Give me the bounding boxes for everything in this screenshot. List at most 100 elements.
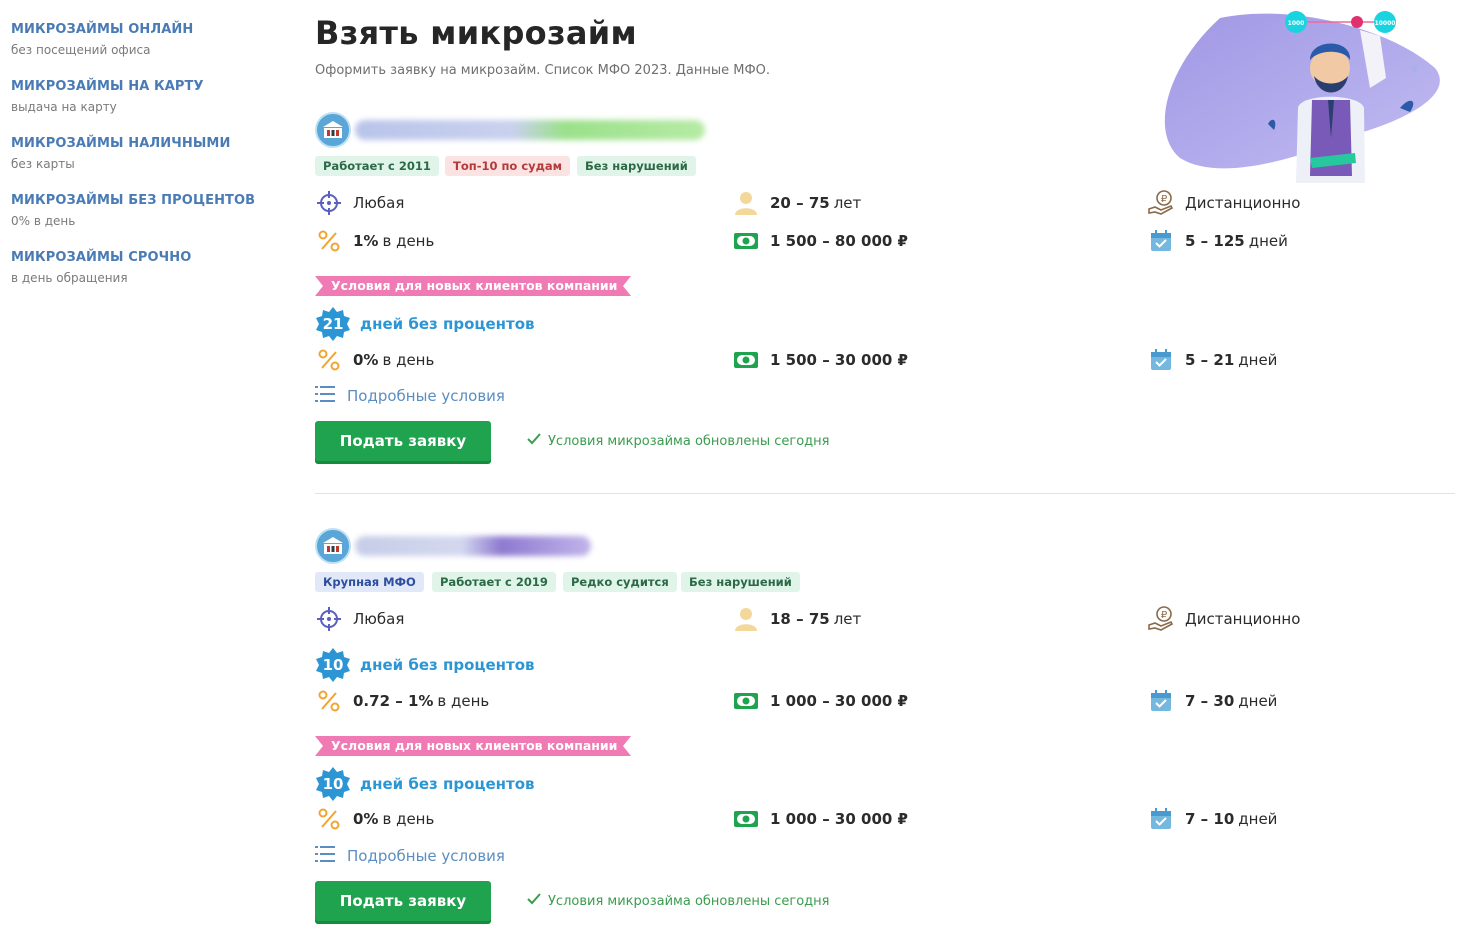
interest-rate: 0.72 – 1% в день xyxy=(315,687,489,715)
issue-method-value: Дистанционно xyxy=(1185,610,1301,628)
updated-note: Условия микрозайма обновлены сегодня xyxy=(527,881,829,921)
details-link-label[interactable]: Подробные условия xyxy=(347,387,505,405)
details-link-label[interactable]: Подробные условия xyxy=(347,847,505,865)
term-unit: дней xyxy=(1238,351,1278,369)
promo-loan-amount: 1 000 – 30 000 ₽ xyxy=(732,805,912,833)
cash-icon xyxy=(732,346,760,374)
rate-value: 1% xyxy=(353,232,379,250)
amount-value: 1 000 – 30 000 ₽ xyxy=(770,810,908,828)
credit-history: Любая xyxy=(315,605,404,633)
coin-label: 10000 xyxy=(1375,20,1396,27)
apply-button[interactable]: Подать заявку xyxy=(315,881,491,921)
free-days-number: 10 xyxy=(322,775,344,793)
person-icon xyxy=(732,605,760,633)
offer-brand xyxy=(315,112,1455,148)
interest-rate: 1% в день xyxy=(315,227,434,255)
credit-history-value: Любая xyxy=(353,194,405,212)
details-link[interactable]: Подробные условия xyxy=(315,845,505,867)
percent-icon xyxy=(315,227,343,255)
term-unit: дней xyxy=(1248,232,1288,250)
rate-value: 0% xyxy=(353,351,379,369)
promo-ribbon: Условия для новых клиентов компании xyxy=(315,276,631,296)
promo-ribbon: Условия для новых клиентов компании xyxy=(315,736,631,756)
bank-icon xyxy=(315,112,351,148)
promo-info-row: 0% в день 1 500 – 30 000 ₽ 5 – 21 дней xyxy=(315,346,1455,374)
rate-unit: в день xyxy=(382,810,435,828)
svg-text:₽: ₽ xyxy=(1161,610,1168,621)
svg-text:₽: ₽ xyxy=(1161,194,1168,205)
sidebar-item-no-interest[interactable]: МИКРОЗАЙМЫ БЕЗ ПРОЦЕНТОВ 0% в день xyxy=(11,192,271,229)
sidebar-item-subtitle: без посещений офиса xyxy=(11,43,151,57)
offer-info-row: 1% в день 1 500 – 80 000 ₽ 5 – 125 дней xyxy=(315,227,1455,255)
sidebar-item-title[interactable]: МИКРОЗАЙМЫ НА КАРТУ xyxy=(11,78,271,95)
check-icon xyxy=(527,433,541,449)
age-unit: лет xyxy=(833,194,862,212)
rate-value: 0.72 – 1% xyxy=(353,692,434,710)
free-days-label: дней без процентов xyxy=(360,656,535,674)
percent-icon xyxy=(315,346,343,374)
issue-method-value: Дистанционно xyxy=(1185,194,1301,212)
apply-button[interactable]: Подать заявку xyxy=(315,421,491,461)
sidebar-item-title[interactable]: МИКРОЗАЙМЫ НАЛИЧНЫМИ xyxy=(11,135,271,152)
sidebar-item-cash[interactable]: МИКРОЗАЙМЫ НАЛИЧНЫМИ без карты xyxy=(11,135,271,172)
coin-label: 1000 xyxy=(1288,20,1305,27)
calendar-icon xyxy=(1147,687,1175,715)
offer-badges: Крупная МФО Работает с 2019 Редко судитс… xyxy=(315,572,1455,594)
promo-interest-rate: 0% в день xyxy=(315,346,434,374)
bank-icon xyxy=(315,528,351,564)
promo-loan-term: 5 – 21 дней xyxy=(1147,346,1277,374)
offer-card: Крупная МФО Работает с 2019 Редко судитс… xyxy=(315,528,1455,921)
page-subtitle: Оформить заявку на микрозайм. Список МФО… xyxy=(315,63,771,78)
badge-no-violations: Без нарушений xyxy=(577,156,696,176)
offer-info-row: Любая 18 – 75 лет ₽ Дистанционно xyxy=(315,605,1455,633)
badge-top-courts: Топ-10 по судам xyxy=(445,156,571,176)
list-icon xyxy=(315,385,335,407)
target-icon xyxy=(315,605,343,633)
sidebar: МИКРОЗАЙМЫ ОНЛАЙН без посещений офиса МИ… xyxy=(11,21,271,306)
offer-card: Работает с 2011 Топ-10 по судам Без нару… xyxy=(315,112,1455,461)
rate-unit: в день xyxy=(437,692,490,710)
term-unit: дней xyxy=(1238,810,1278,828)
free-days: 10 дней без процентов xyxy=(315,647,535,683)
sidebar-item-title[interactable]: МИКРОЗАЙМЫ ОНЛАЙН xyxy=(11,21,271,38)
age-value: 20 – 75 xyxy=(770,194,830,212)
offer-info-row: Любая 20 – 75 лет ₽ Дистанционно xyxy=(315,189,1455,217)
updated-note-text: Условия микрозайма обновлены сегодня xyxy=(548,433,830,449)
age-unit: лет xyxy=(833,610,862,628)
promo-ribbon-label: Условия для новых клиентов компании xyxy=(331,278,618,293)
percent-icon xyxy=(315,687,343,715)
sidebar-item-subtitle: 0% в день xyxy=(11,214,76,228)
percent-icon xyxy=(315,805,343,833)
sidebar-item-online[interactable]: МИКРОЗАЙМЫ ОНЛАЙН без посещений офиса xyxy=(11,21,271,58)
star-badge-icon: 10 xyxy=(315,766,351,802)
sidebar-item-subtitle: в день обращения xyxy=(11,271,128,285)
star-badge-icon: 10 xyxy=(315,647,351,683)
offer-brand xyxy=(315,528,1455,564)
issue-method: ₽ Дистанционно xyxy=(1147,189,1300,217)
badge-works-since: Работает с 2019 xyxy=(432,572,556,592)
list-icon xyxy=(315,845,335,867)
free-days-number: 21 xyxy=(322,315,344,333)
sidebar-item-to-card[interactable]: МИКРОЗАЙМЫ НА КАРТУ выдача на карту xyxy=(11,78,271,115)
updated-note: Условия микрозайма обновлены сегодня xyxy=(527,421,829,461)
calendar-icon xyxy=(1147,805,1175,833)
rate-unit: в день xyxy=(382,232,435,250)
hand-coin-icon: ₽ xyxy=(1147,605,1175,633)
offer-divider xyxy=(315,493,1455,494)
amount-value: 1 000 – 30 000 ₽ xyxy=(770,692,908,710)
sidebar-item-title[interactable]: МИКРОЗАЙМЫ БЕЗ ПРОЦЕНТОВ xyxy=(11,192,271,209)
free-days-number: 10 xyxy=(322,656,344,674)
term-value: 5 – 21 xyxy=(1185,351,1235,369)
sidebar-item-urgent[interactable]: МИКРОЗАЙМЫ СРОЧНО в день обращения xyxy=(11,249,271,286)
borrower-age: 18 – 75 лет xyxy=(732,605,861,633)
company-name-blurred xyxy=(355,120,705,140)
sidebar-item-title[interactable]: МИКРОЗАЙМЫ СРОЧНО xyxy=(11,249,271,266)
target-icon xyxy=(315,189,343,217)
rate-unit: в день xyxy=(382,351,435,369)
loan-amount: 1 000 – 30 000 ₽ xyxy=(732,687,912,715)
rate-value: 0% xyxy=(353,810,379,828)
amount-value: 1 500 – 30 000 ₽ xyxy=(770,351,908,369)
details-link[interactable]: Подробные условия xyxy=(315,385,505,407)
free-days: 10 дней без процентов xyxy=(315,766,535,802)
amount-value: 1 500 – 80 000 ₽ xyxy=(770,232,908,250)
